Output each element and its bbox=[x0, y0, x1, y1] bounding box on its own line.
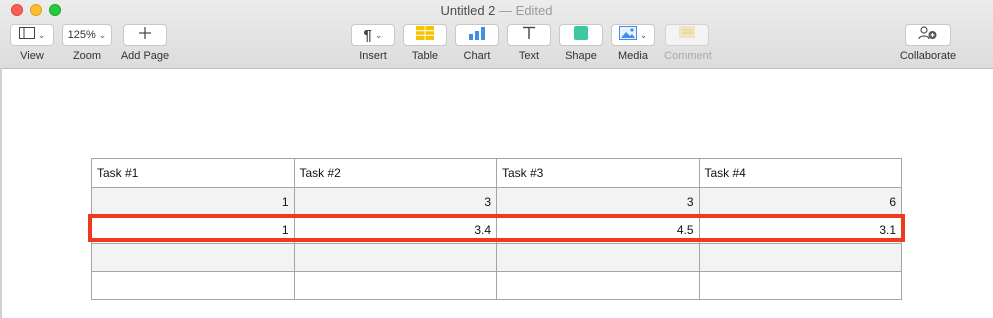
shape-square-icon bbox=[574, 25, 588, 45]
view-button[interactable]: ⌄ bbox=[10, 24, 54, 46]
plus-icon bbox=[138, 26, 152, 45]
table-cell[interactable]: 3.1 bbox=[698, 215, 902, 244]
table-cell[interactable]: 3 bbox=[496, 187, 700, 216]
zoom-value: 125% bbox=[67, 29, 96, 41]
comment-button[interactable] bbox=[665, 24, 709, 46]
table-row-highlighted: 1 3.4 4.5 3.1 bbox=[91, 215, 902, 244]
table-header-row: Task #1 Task #2 Task #3 Task #4 bbox=[91, 158, 902, 188]
comment-icon bbox=[679, 25, 695, 45]
window-title: Untitled 2 — Edited bbox=[0, 3, 993, 18]
insert-button[interactable]: ¶ ⌄ bbox=[351, 24, 395, 46]
table-cell[interactable] bbox=[496, 271, 700, 300]
edited-status: — Edited bbox=[499, 3, 553, 18]
table-cell[interactable]: 1 bbox=[91, 215, 295, 244]
header-cell[interactable]: Task #3 bbox=[496, 158, 700, 188]
add-person-icon bbox=[918, 25, 938, 45]
sidebar-icon bbox=[18, 26, 35, 44]
header-cell[interactable]: Task #1 bbox=[91, 158, 295, 188]
collaborate-button[interactable] bbox=[905, 24, 951, 46]
table-cell[interactable] bbox=[293, 271, 497, 300]
pages-window: Untitled 2 — Edited ⌄ View 125% ⌄ Zoom A… bbox=[0, 0, 993, 318]
table-cell[interactable] bbox=[293, 243, 497, 272]
text-T-icon bbox=[522, 26, 536, 45]
chevron-down-icon: ⌄ bbox=[639, 29, 648, 40]
table-cell[interactable]: 3.4 bbox=[293, 215, 497, 244]
document-name: Untitled 2 bbox=[440, 3, 496, 18]
table-row bbox=[91, 243, 902, 272]
table-cell[interactable] bbox=[698, 243, 902, 272]
add-page-label: Add Page bbox=[120, 50, 170, 62]
chevron-down-icon: ⌄ bbox=[37, 29, 46, 40]
chevron-down-icon: ⌄ bbox=[374, 29, 383, 40]
table-cell[interactable] bbox=[698, 271, 902, 300]
zoom-select[interactable]: 125% ⌄ bbox=[62, 24, 112, 46]
document-edge bbox=[0, 68, 2, 318]
toolbar: Untitled 2 — Edited ⌄ View 125% ⌄ Zoom A… bbox=[0, 0, 993, 69]
data-table[interactable]: Task #1 Task #2 Task #3 Task #4 1 3 3 6 … bbox=[91, 158, 902, 300]
chart-button[interactable] bbox=[455, 24, 499, 46]
collaborate-label: Collaborate bbox=[899, 50, 957, 62]
header-cell[interactable]: Task #4 bbox=[698, 158, 902, 188]
text-button[interactable] bbox=[507, 24, 551, 46]
comment-label: Comment bbox=[664, 50, 712, 62]
table-row: 1 3 3 6 bbox=[91, 187, 902, 216]
table-cell[interactable]: 4.5 bbox=[496, 215, 700, 244]
table-cell[interactable]: 6 bbox=[698, 187, 902, 216]
table-cell[interactable] bbox=[496, 243, 700, 272]
header-cell[interactable]: Task #2 bbox=[293, 158, 497, 188]
pilcrow-icon: ¶ bbox=[363, 26, 372, 44]
table-cell[interactable]: 1 bbox=[91, 187, 295, 216]
table-row bbox=[91, 271, 902, 300]
media-button[interactable]: ⌄ bbox=[611, 24, 655, 46]
add-page-button[interactable] bbox=[123, 24, 167, 46]
table-cell[interactable] bbox=[91, 243, 295, 272]
image-icon bbox=[618, 25, 637, 45]
table-button[interactable] bbox=[403, 24, 447, 46]
table-icon bbox=[416, 25, 434, 45]
table-cell[interactable]: 3 bbox=[293, 187, 497, 216]
table-cell[interactable] bbox=[91, 271, 295, 300]
bar-chart-icon bbox=[468, 26, 486, 45]
shape-button[interactable] bbox=[559, 24, 603, 46]
chevron-down-icon: ⌄ bbox=[98, 29, 107, 40]
